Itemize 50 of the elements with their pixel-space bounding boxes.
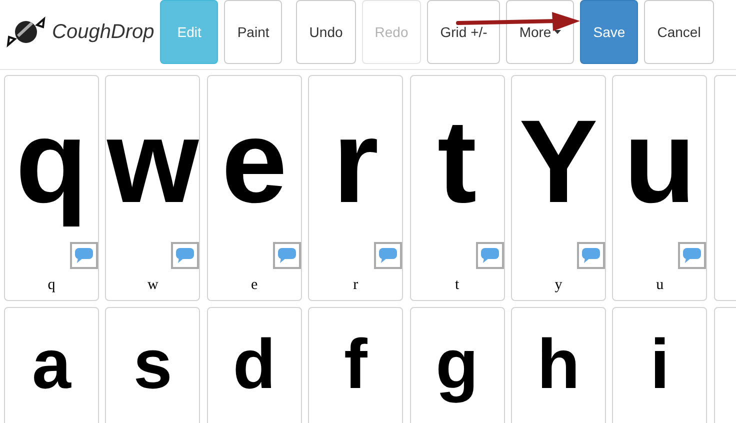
symbol-letter: e (221, 95, 288, 230)
toolbar-button[interactable]: Undo (296, 0, 356, 64)
button-label: u (656, 277, 664, 294)
board-button[interactable]: Y y (510, 75, 606, 301)
symbol-letter: a (32, 324, 71, 405)
button-label: e (250, 277, 258, 294)
symbol-letter: Y (519, 95, 598, 230)
button-label: t (454, 277, 460, 294)
board-button[interactable]: a (4, 307, 99, 423)
speech-bubble-icon (176, 248, 194, 263)
toolbar-button[interactable]: Grid +/- (427, 0, 500, 64)
board-button[interactable]: d (206, 307, 302, 423)
button-label: w (147, 277, 158, 294)
speech-bubble-icon (278, 248, 296, 263)
symbol-letter: h (537, 324, 580, 405)
board-button[interactable]: u u (612, 75, 708, 301)
toolbar-button[interactable]: More (506, 0, 574, 64)
button-label: q (48, 277, 56, 294)
speech-bubble-icon (75, 248, 93, 263)
symbol-letter: q (15, 95, 88, 230)
toolbar-button[interactable]: Cancel (644, 0, 714, 64)
board-button[interactable]: i (612, 307, 708, 423)
symbol-letter: f (344, 324, 368, 405)
candy-icon (6, 15, 46, 49)
board-button[interactable]: w w (105, 75, 200, 301)
app-logo-text: CoughDrop (52, 20, 154, 44)
board-button[interactable]: g (410, 307, 505, 423)
board-button[interactable]: f (308, 307, 404, 423)
mode-button[interactable]: Paint (224, 0, 282, 64)
symbol-letter: w (106, 95, 199, 230)
board-button[interactable]: e e (206, 75, 302, 301)
speech-bubble-icon (480, 248, 499, 263)
symbol-letter: u (624, 95, 696, 230)
symbol-letter: d (232, 324, 276, 405)
speech-bubble-icon (379, 248, 398, 263)
board-button[interactable]: q q (4, 75, 99, 301)
speech-bubble-icon (683, 248, 702, 263)
symbol-letter: t (437, 95, 477, 230)
board-button[interactable]: s (105, 307, 200, 423)
board-button[interactable]: h (510, 307, 606, 423)
button-label: r (353, 277, 358, 294)
symbol-letter: i (650, 324, 670, 405)
symbol-letter: g (436, 324, 478, 405)
symbol-letter: r (332, 95, 379, 230)
button-label: y (554, 277, 562, 294)
board-button[interactable]: t t (410, 75, 505, 301)
speech-bubble-icon (582, 248, 600, 263)
board-button[interactable]: r r (308, 75, 404, 301)
toolbar-button[interactable]: Save (580, 0, 638, 64)
symbol-letter: s (133, 324, 172, 405)
